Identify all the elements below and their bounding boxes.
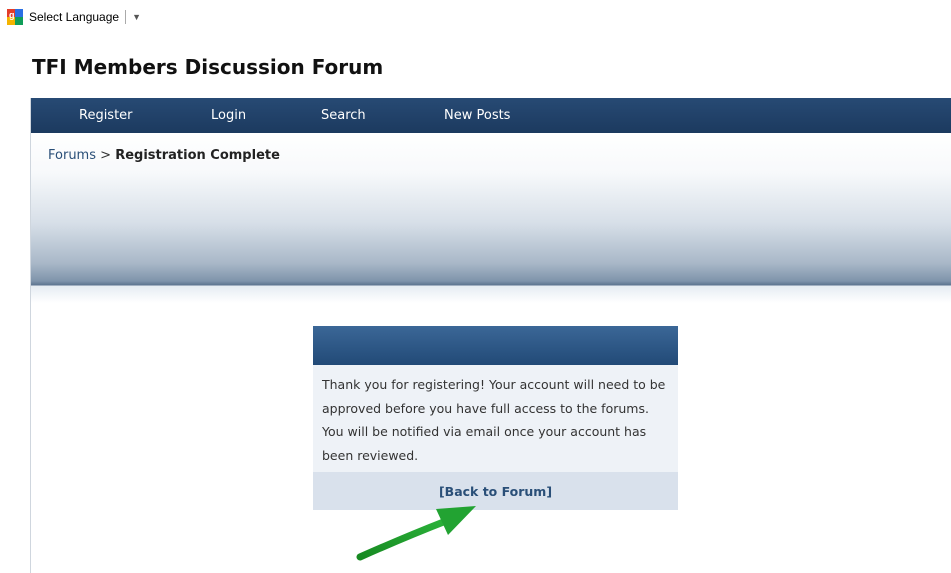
registration-message-box: Thank you for registering! Your account … [313, 326, 678, 510]
nav-login[interactable]: Login [211, 108, 246, 123]
breadcrumb: Forums > Registration Complete [48, 148, 280, 163]
page-title: TFI Members Discussion Forum [32, 55, 384, 79]
translate-label: Select Language [29, 10, 120, 24]
header-band [31, 133, 951, 348]
translate-divider [125, 10, 127, 24]
translate-widget[interactable]: g Select Language ▼ [7, 8, 141, 26]
google-translate-icon: g [7, 9, 23, 25]
nav-search[interactable]: Search [321, 108, 366, 123]
message-body: Thank you for registering! Your account … [322, 377, 666, 463]
annotation-arrow-icon [356, 506, 476, 561]
nav-new-posts[interactable]: New Posts [444, 108, 510, 123]
navbar: Register Login Search New Posts [31, 98, 951, 133]
breadcrumb-forums-link[interactable]: Forums [48, 148, 96, 163]
breadcrumb-current: Registration Complete [115, 148, 280, 163]
breadcrumb-separator: > [100, 148, 112, 163]
message-header [313, 326, 678, 365]
nav-register[interactable]: Register [79, 108, 133, 123]
chevron-down-icon[interactable]: ▼ [132, 12, 141, 22]
